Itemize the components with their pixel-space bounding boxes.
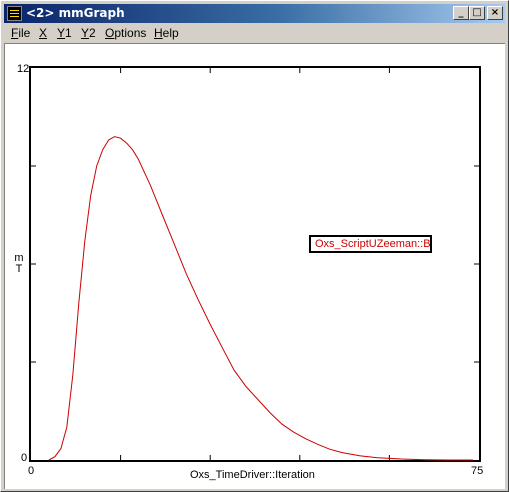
y-tick-label-max: 12: [17, 63, 30, 75]
minimize-button[interactable]: _: [453, 6, 469, 20]
menu-y2[interactable]: Y2: [81, 26, 96, 40]
menu-file[interactable]: File: [11, 26, 30, 40]
menu-x[interactable]: X: [39, 26, 47, 40]
x-axis-label: Oxs_TimeDriver::Iteration: [190, 469, 315, 481]
x-tick-label-min: 0: [28, 465, 35, 477]
plot-frame: [29, 66, 481, 462]
maximize-button[interactable]: □: [469, 6, 485, 20]
close-button[interactable]: ×: [487, 6, 503, 20]
series-line: [48, 136, 473, 461]
graph-canvas[interactable]: 12 0 0 75 mT Oxs_TimeDriver::Iteration O…: [4, 43, 505, 489]
app-icon[interactable]: [7, 6, 22, 21]
title-bar[interactable]: <2> mmGraph _ □ ×: [4, 4, 505, 23]
y-tick-label-min: 0: [21, 452, 28, 464]
y-axis-label-char: T: [15, 263, 23, 275]
y-axis-label: mT: [14, 253, 24, 275]
legend: Oxs_ScriptUZeeman::B: [309, 235, 432, 253]
tick-marks: [31, 68, 479, 460]
legend-entry: Oxs_ScriptUZeeman::B: [315, 238, 431, 250]
plot-area: [29, 66, 481, 462]
menu-y1[interactable]: Y1: [57, 26, 72, 40]
mmgraph-window: <2> mmGraph _ □ × File X Y1 Y2 Options H…: [0, 0, 509, 492]
menu-help[interactable]: Help: [154, 26, 179, 40]
window-title: <2> mmGraph: [26, 6, 125, 20]
menu-bar: File X Y1 Y2 Options Help: [4, 24, 505, 42]
menu-options[interactable]: Options: [105, 26, 146, 40]
x-tick-label-max: 75: [471, 465, 484, 477]
